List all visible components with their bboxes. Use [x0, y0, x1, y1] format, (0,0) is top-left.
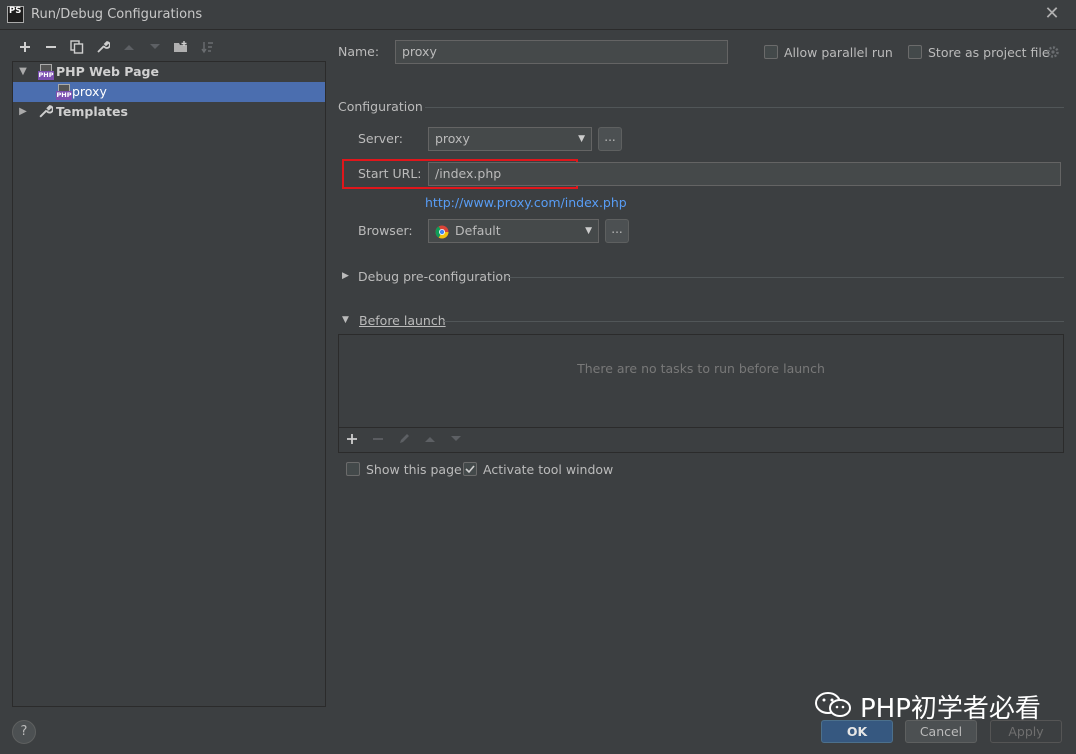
expanded-chevron-icon[interactable]: ▼ — [342, 315, 349, 325]
chrome-icon — [435, 224, 449, 246]
tree-group-label: PHP Web Page — [56, 64, 159, 79]
wrench-icon — [38, 104, 54, 125]
configuration-heading: Configuration — [338, 99, 423, 114]
window-title: Run/Debug Configurations — [31, 7, 203, 22]
cancel-button[interactable]: Cancel — [905, 720, 977, 743]
remove-task-icon[interactable] — [372, 433, 384, 448]
gear-icon[interactable] — [1046, 45, 1060, 62]
close-icon[interactable]: ✕ — [1042, 4, 1062, 24]
name-input[interactable]: proxy — [395, 40, 728, 64]
before-launch-toggle[interactable]: Before launch — [359, 313, 446, 328]
copy-icon[interactable] — [69, 40, 85, 56]
server-combo[interactable]: proxy ▼ — [428, 127, 592, 151]
activate-tool-window-checkbox[interactable] — [463, 462, 477, 476]
apply-button[interactable]: Apply — [990, 720, 1062, 743]
configuration-separator — [425, 107, 1064, 108]
wrench-icon[interactable] — [95, 40, 111, 56]
add-icon[interactable] — [17, 40, 33, 56]
remove-icon[interactable] — [43, 40, 59, 56]
new-folder-icon[interactable] — [173, 40, 189, 56]
php-web-page-icon: PHP — [38, 64, 54, 80]
tree-templates-label: Templates — [56, 104, 128, 119]
debug-preconfiguration-toggle[interactable]: Debug pre-configuration — [358, 269, 511, 284]
resolved-url-link[interactable]: http://www.proxy.com/index.php — [425, 195, 627, 210]
before-launch-separator — [444, 321, 1064, 322]
dropdown-arrow-icon: ▼ — [578, 134, 585, 144]
before-launch-empty-text: There are no tasks to run before launch — [577, 361, 825, 376]
browser-label: Browser: — [358, 223, 413, 238]
browser-value: Default — [455, 223, 501, 238]
tree-item-label: proxy — [72, 84, 107, 99]
help-button[interactable]: ? — [12, 720, 36, 744]
browser-browse-button[interactable]: ... — [605, 219, 629, 243]
move-up-icon[interactable] — [121, 40, 137, 56]
edit-task-icon[interactable] — [398, 433, 410, 448]
start-url-input[interactable]: /index.php — [428, 162, 1061, 186]
activate-tool-window-label[interactable]: Activate tool window — [483, 462, 613, 477]
configuration-tree[interactable]: ▼ PHP PHP Web Page PHP proxy ▶ Templates — [12, 61, 326, 707]
expanded-chevron-icon[interactable]: ▼ — [17, 62, 29, 82]
name-label: Name: — [338, 44, 380, 59]
debug-separator — [508, 277, 1064, 278]
move-task-down-icon[interactable] — [450, 433, 462, 448]
ok-button[interactable]: OK — [821, 720, 893, 743]
allow-parallel-run-label[interactable]: Allow parallel run — [784, 45, 893, 60]
phpstorm-app-icon: PS — [7, 6, 24, 23]
store-as-project-file-label[interactable]: Store as project file — [928, 45, 1050, 60]
before-launch-toolbar — [339, 427, 1063, 452]
store-as-project-file-checkbox[interactable] — [908, 45, 922, 59]
show-this-page-checkbox[interactable] — [346, 462, 360, 476]
dropdown-arrow-icon: ▼ — [585, 226, 592, 236]
collapsed-chevron-icon[interactable]: ▶ — [342, 271, 349, 281]
server-label: Server: — [358, 131, 403, 146]
show-this-page-label[interactable]: Show this page — [366, 462, 462, 477]
tree-item-proxy[interactable]: PHP proxy — [13, 82, 325, 102]
server-value: proxy — [435, 131, 470, 146]
move-task-up-icon[interactable] — [424, 433, 436, 448]
php-config-icon: PHP — [56, 84, 72, 100]
server-browse-button[interactable]: ... — [598, 127, 622, 151]
allow-parallel-run-checkbox[interactable] — [764, 45, 778, 59]
sort-icon[interactable] — [199, 40, 215, 56]
move-down-icon[interactable] — [147, 40, 163, 56]
add-task-icon[interactable] — [346, 433, 358, 448]
start-url-label: Start URL: — [358, 166, 422, 181]
tree-group-php-web-page[interactable]: ▼ PHP PHP Web Page — [13, 62, 325, 82]
tree-group-templates[interactable]: ▶ Templates — [13, 102, 325, 122]
collapsed-chevron-icon[interactable]: ▶ — [17, 102, 29, 122]
wechat-icon — [813, 690, 855, 720]
browser-combo[interactable]: Default ▼ — [428, 219, 599, 243]
